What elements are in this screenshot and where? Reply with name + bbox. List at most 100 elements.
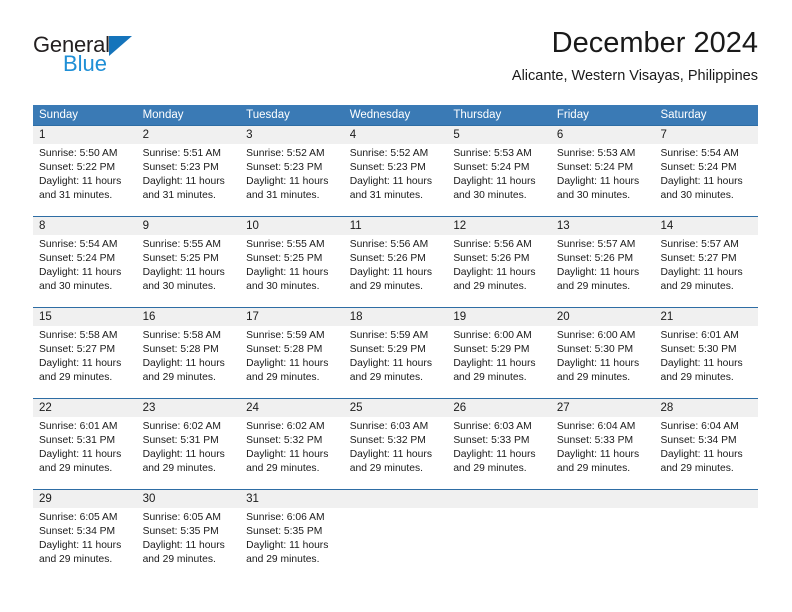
weekday-header-monday: Monday xyxy=(142,109,184,121)
sunset-text: Sunset: 5:23 PM xyxy=(349,162,426,173)
sunset-text: Sunset: 5:26 PM xyxy=(556,253,634,264)
sunrise-text: Sunrise: 5:55 AM xyxy=(142,239,221,250)
daylight-text-line1: Daylight: 11 hours xyxy=(142,540,225,551)
weekday-header-wednesday: Wednesday xyxy=(349,109,411,121)
day-number: 21 xyxy=(660,311,674,323)
sunset-text: Sunset: 5:26 PM xyxy=(349,253,426,264)
sunrise-text: Sunrise: 6:01 AM xyxy=(660,330,739,341)
daylight-text-line2: and 29 minutes. xyxy=(39,554,113,565)
day-cell: Sunrise: 5:59 AM Sunset: 5:28 PM Dayligh… xyxy=(240,326,344,398)
day-cell: Sunrise: 5:57 AM Sunset: 5:26 PM Dayligh… xyxy=(551,235,655,307)
daylight-text-line1: Daylight: 11 hours xyxy=(142,358,225,369)
daylight-text-line1: Daylight: 11 hours xyxy=(39,267,122,278)
sunset-text: Sunset: 5:24 PM xyxy=(39,253,116,264)
sunset-text: Sunset: 5:23 PM xyxy=(142,162,219,173)
sunset-text: Sunset: 5:31 PM xyxy=(39,435,116,446)
sunrise-text: Sunrise: 6:00 AM xyxy=(556,330,636,341)
sunset-text: Sunset: 5:33 PM xyxy=(556,435,634,446)
sunset-text: Sunset: 5:34 PM xyxy=(660,435,737,446)
daylight-text-line1: Daylight: 11 hours xyxy=(142,267,225,278)
sunrise-text: Sunrise: 5:55 AM xyxy=(246,239,325,250)
daylight-text-line1: Daylight: 11 hours xyxy=(453,176,536,187)
daylight-text-line2: and 29 minutes. xyxy=(349,372,424,383)
day-number: 30 xyxy=(142,493,156,505)
day-number-band: 1 2 3 4 5 6 7 xyxy=(33,126,758,144)
day-number: 6 xyxy=(556,129,564,141)
sunset-text: Sunset: 5:33 PM xyxy=(453,435,530,446)
day-number: 15 xyxy=(39,311,52,323)
day-cell: Sunrise: 5:57 AM Sunset: 5:27 PM Dayligh… xyxy=(654,235,758,307)
sunrise-text: Sunrise: 5:57 AM xyxy=(556,239,636,250)
day-number: 9 xyxy=(142,220,149,232)
day-cell: Sunrise: 6:01 AM Sunset: 5:30 PM Dayligh… xyxy=(654,326,758,398)
daylight-text-line2: and 29 minutes. xyxy=(246,463,320,474)
day-number: 27 xyxy=(556,402,570,414)
daylight-text-line1: Daylight: 11 hours xyxy=(39,540,122,551)
day-cell: Sunrise: 6:03 AM Sunset: 5:33 PM Dayligh… xyxy=(447,417,551,489)
day-number: 2 xyxy=(142,129,149,141)
daylight-text-line1: Daylight: 11 hours xyxy=(349,358,432,369)
daylight-text-line2: and 30 minutes. xyxy=(39,281,113,292)
day-number: 8 xyxy=(39,220,46,232)
daylight-text-line2: and 29 minutes. xyxy=(556,372,631,383)
sunrise-text: Sunrise: 5:57 AM xyxy=(660,239,739,250)
day-cell: Sunrise: 6:04 AM Sunset: 5:33 PM Dayligh… xyxy=(551,417,655,489)
sunset-text: Sunset: 5:26 PM xyxy=(453,253,530,264)
sunset-text: Sunset: 5:35 PM xyxy=(246,526,323,537)
sunrise-text: Sunrise: 5:58 AM xyxy=(142,330,221,341)
daylight-text-line1: Daylight: 11 hours xyxy=(39,449,122,460)
daylight-text-line2: and 29 minutes. xyxy=(556,281,631,292)
sunrise-text: Sunrise: 5:54 AM xyxy=(660,148,739,159)
day-number-band: 8 9 10 11 12 13 14 xyxy=(33,217,758,235)
sunrise-text: Sunrise: 6:00 AM xyxy=(453,330,532,341)
day-number: 26 xyxy=(453,402,467,414)
day-detail-band: Sunrise: 5:58 AM Sunset: 5:27 PM Dayligh… xyxy=(33,326,758,398)
day-cell: Sunrise: 5:52 AM Sunset: 5:23 PM Dayligh… xyxy=(344,144,448,216)
day-cell: Sunrise: 6:03 AM Sunset: 5:32 PM Dayligh… xyxy=(344,417,448,489)
daylight-text-line2: and 29 minutes. xyxy=(246,372,320,383)
daylight-text-line2: and 29 minutes. xyxy=(660,372,734,383)
daylight-text-line1: Daylight: 11 hours xyxy=(246,540,329,551)
sunset-text: Sunset: 5:32 PM xyxy=(349,435,426,446)
daylight-text-line2: and 29 minutes. xyxy=(556,463,631,474)
day-number: 11 xyxy=(349,220,362,232)
day-cell: Sunrise: 5:58 AM Sunset: 5:28 PM Dayligh… xyxy=(137,326,241,398)
sunrise-text: Sunrise: 6:06 AM xyxy=(246,512,325,523)
brand-logo: General Blue xyxy=(33,34,233,75)
day-number: 5 xyxy=(453,129,460,141)
day-cell: Sunrise: 6:04 AM Sunset: 5:34 PM Dayligh… xyxy=(654,417,758,489)
calendar-grid: Sunday Monday Tuesday Wednesday Thursday… xyxy=(33,105,758,580)
sunset-text: Sunset: 5:29 PM xyxy=(349,344,426,355)
day-detail-band: Sunrise: 6:01 AM Sunset: 5:31 PM Dayligh… xyxy=(33,417,758,489)
day-number-band: 29 30 31 xyxy=(33,490,758,508)
daylight-text-line1: Daylight: 11 hours xyxy=(142,449,225,460)
day-cell-empty xyxy=(447,508,551,580)
sunrise-text: Sunrise: 5:51 AM xyxy=(142,148,221,159)
day-cell: Sunrise: 5:55 AM Sunset: 5:25 PM Dayligh… xyxy=(240,235,344,307)
day-number-band: 22 23 24 25 26 27 28 xyxy=(33,399,758,417)
daylight-text-line1: Daylight: 11 hours xyxy=(556,267,640,278)
daylight-text-line1: Daylight: 11 hours xyxy=(39,358,122,369)
daylight-text-line2: and 29 minutes. xyxy=(246,554,320,565)
page-header: General Blue December 2024 Alicante, Wes… xyxy=(33,26,758,98)
daylight-text-line2: and 31 minutes. xyxy=(349,190,424,201)
daylight-text-line2: and 29 minutes. xyxy=(142,463,216,474)
sunset-text: Sunset: 5:32 PM xyxy=(246,435,323,446)
day-number: 13 xyxy=(556,220,570,232)
daylight-text-line1: Daylight: 11 hours xyxy=(453,358,536,369)
calendar-page: General Blue December 2024 Alicante, Wes… xyxy=(0,0,792,612)
calendar-week-row: 8 9 10 11 12 13 14 Sunrise: 5:54 AM Suns… xyxy=(33,216,758,307)
day-cell: Sunrise: 5:54 AM Sunset: 5:24 PM Dayligh… xyxy=(33,235,137,307)
day-number: 14 xyxy=(660,220,674,232)
day-number: 3 xyxy=(246,129,253,141)
day-cell: Sunrise: 6:02 AM Sunset: 5:31 PM Dayligh… xyxy=(137,417,241,489)
sunrise-text: Sunrise: 5:59 AM xyxy=(246,330,325,341)
sunrise-text: Sunrise: 6:05 AM xyxy=(142,512,221,523)
daylight-text-line2: and 29 minutes. xyxy=(660,463,734,474)
day-cell: Sunrise: 5:53 AM Sunset: 5:24 PM Dayligh… xyxy=(551,144,655,216)
daylight-text-line2: and 30 minutes. xyxy=(453,190,527,201)
day-number: 1 xyxy=(39,129,46,141)
sunrise-text: Sunrise: 5:56 AM xyxy=(349,239,429,250)
title-block: December 2024 Alicante, Western Visayas,… xyxy=(512,26,758,86)
sunset-text: Sunset: 5:22 PM xyxy=(39,162,116,173)
